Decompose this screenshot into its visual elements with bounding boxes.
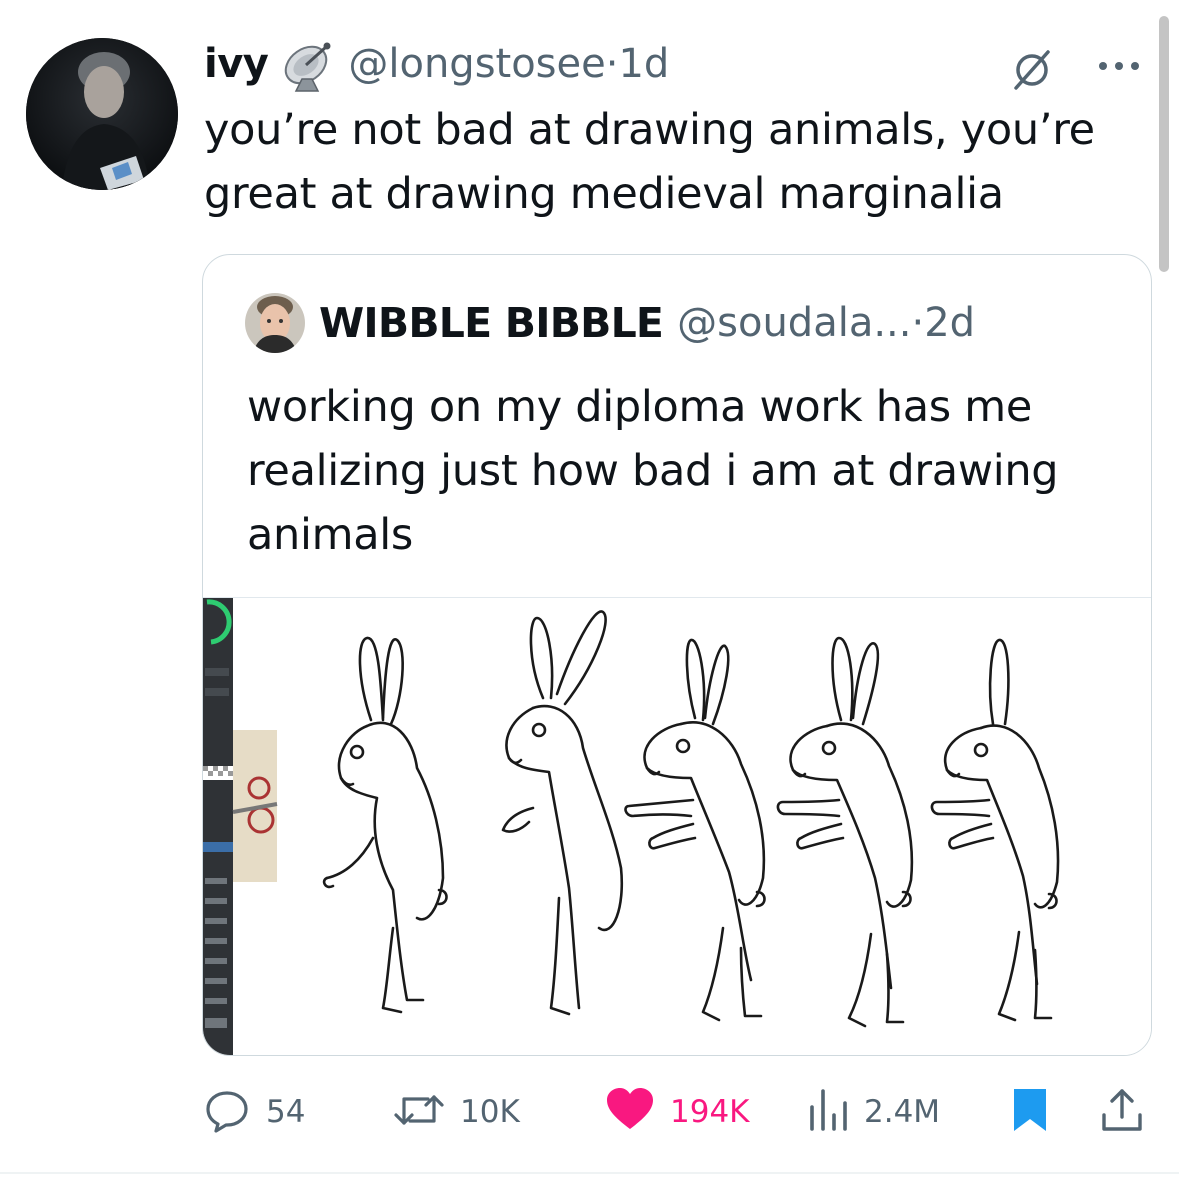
quoted-tweet[interactable]: WIBBLE BIBBLE @soudala... · 2d working o…: [202, 254, 1152, 1056]
quoted-time-separator: ·: [911, 300, 925, 346]
author-name[interactable]: ivy: [204, 41, 269, 87]
like-count: 194K: [670, 1094, 750, 1130]
views-count: 2.4M: [864, 1094, 941, 1130]
heart-icon: [604, 1085, 656, 1139]
tweet-text: you’re not bad at drawing animals, you’r…: [204, 105, 1095, 219]
action-bar: 54 10K 194K 2.4M: [202, 1086, 1152, 1138]
reply-count: 54: [266, 1094, 306, 1130]
time-separator: ·: [605, 41, 619, 87]
like-button[interactable]: 194K: [604, 1086, 750, 1138]
bookmark-button[interactable]: [1010, 1086, 1050, 1138]
quoted-time[interactable]: 2d: [924, 300, 975, 346]
scrollbar[interactable]: [1159, 16, 1169, 272]
bookmark-icon: [1010, 1085, 1050, 1139]
quoted-text: working on my diploma work has me realiz…: [247, 382, 1059, 560]
views-button[interactable]: 2.4M: [806, 1086, 940, 1138]
reply-icon: [202, 1085, 252, 1139]
more-icon[interactable]: [1094, 56, 1144, 76]
reply-button[interactable]: 54: [202, 1086, 305, 1138]
repost-count: 10K: [460, 1094, 520, 1130]
tweet-time[interactable]: 1d: [618, 41, 669, 87]
share-button[interactable]: [1100, 1086, 1144, 1138]
share-icon: [1100, 1085, 1144, 1139]
quoted-author-handle[interactable]: @soudala...: [677, 300, 911, 346]
author-avatar[interactable]: [26, 38, 178, 190]
grok-icon[interactable]: [1010, 48, 1054, 92]
satellite-dish-badge-icon: [278, 35, 340, 93]
quoted-header: WIBBLE BIBBLE @soudala... · 2d: [245, 293, 975, 353]
tweet-header: ivy @longstosee · 1d: [204, 34, 669, 94]
repost-icon: [392, 1085, 446, 1139]
repost-button[interactable]: 10K: [392, 1086, 520, 1138]
quoted-author-avatar[interactable]: [245, 293, 305, 353]
quoted-media-image[interactable]: [203, 597, 1151, 1055]
tweet-view: ivy @longstosee · 1d you’re not bad at d…: [0, 0, 1179, 1186]
author-handle[interactable]: @longstosee: [348, 41, 605, 87]
views-icon: [806, 1085, 850, 1139]
divider: [0, 1172, 1179, 1174]
quoted-author-name[interactable]: WIBBLE BIBBLE: [319, 299, 664, 347]
rabbit-sketches-image: [203, 598, 1060, 1055]
